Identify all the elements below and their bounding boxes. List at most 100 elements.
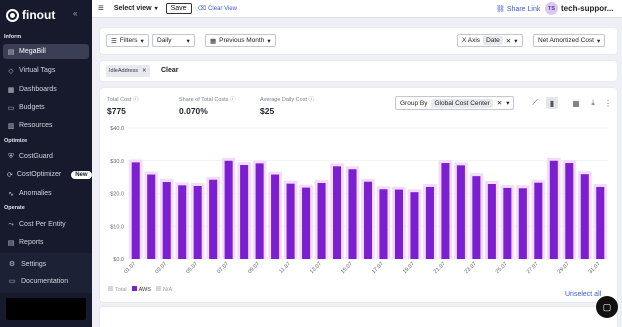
bar[interactable] bbox=[178, 185, 187, 259]
bar[interactable] bbox=[333, 166, 342, 259]
granularity-dropdown[interactable]: Daily ▾ bbox=[152, 34, 195, 47]
new-badge: New bbox=[71, 170, 92, 179]
granularity-label: Daily bbox=[157, 37, 172, 44]
sidebar-item-virtual-tags[interactable]: ◇ Virtual Tags bbox=[3, 63, 89, 78]
sidebar-item-resources[interactable]: ▥ Resources bbox=[3, 118, 89, 133]
bar[interactable] bbox=[131, 162, 140, 259]
clear-view-icon: ⌫ bbox=[197, 6, 207, 12]
bar[interactable] bbox=[410, 192, 419, 259]
account-switcher[interactable] bbox=[6, 298, 86, 320]
bar[interactable] bbox=[348, 169, 357, 259]
collapse-sidebar-icon[interactable]: « bbox=[73, 9, 77, 18]
bar[interactable] bbox=[317, 183, 326, 259]
bar[interactable] bbox=[147, 174, 156, 259]
sidebar-item-cost-per-entity[interactable]: ⤳ Cost Per Entity bbox=[3, 217, 89, 232]
settings-label: Settings bbox=[21, 260, 47, 268]
menu-icon[interactable]: ≡ bbox=[98, 3, 104, 14]
x-tick-label: 29.07 bbox=[557, 261, 571, 275]
filters-label: Filters bbox=[119, 37, 138, 44]
sidebar-item-budgets[interactable]: ▭ Budgets bbox=[3, 100, 89, 115]
table-view-icon[interactable]: ▦ bbox=[570, 97, 582, 109]
bar[interactable] bbox=[565, 163, 574, 259]
chat-icon: ▢ bbox=[602, 301, 612, 312]
bar[interactable] bbox=[363, 181, 373, 259]
bar[interactable] bbox=[286, 183, 295, 259]
bar[interactable] bbox=[255, 163, 264, 259]
bar[interactable] bbox=[193, 185, 202, 259]
more-options-icon[interactable]: ⋮ bbox=[602, 97, 614, 109]
avatar[interactable]: TS bbox=[545, 2, 558, 15]
sidebar-item-reports[interactable]: ▤ Reports bbox=[3, 235, 89, 250]
bar[interactable] bbox=[503, 187, 512, 259]
brand-name: finout bbox=[22, 8, 56, 22]
chat-support-button[interactable]: ▢ bbox=[596, 296, 618, 318]
clear-filters-button[interactable]: Clear bbox=[161, 67, 179, 74]
y-tick-label: $0.0 bbox=[113, 257, 124, 263]
bar[interactable] bbox=[224, 160, 233, 259]
secondary-card bbox=[100, 307, 617, 327]
sidebar-item-dashboards[interactable]: ▦ Dashboards bbox=[3, 82, 89, 97]
settings-link[interactable]: ⚙ Settings bbox=[8, 260, 47, 269]
filter-icon: ☰ bbox=[111, 37, 117, 45]
bar[interactable] bbox=[379, 189, 388, 259]
x-axis-selector[interactable]: X Axis Date ✕ ▾ bbox=[457, 34, 523, 47]
filter-tag-idleaddress[interactable]: IdleAddress ✕ bbox=[106, 65, 150, 77]
clear-view-button[interactable]: ⌫ Clear View bbox=[197, 5, 237, 13]
unselect-all-link[interactable]: Unselect all bbox=[565, 291, 601, 298]
sidebar-item-anomalies[interactable]: ∿ Anomalies bbox=[3, 186, 89, 201]
close-icon[interactable]: ✕ bbox=[497, 99, 502, 107]
group-by-selector[interactable]: Group By Global Cost Center ✕ ▾ bbox=[395, 96, 515, 110]
y-tick-label: $20.0 bbox=[110, 192, 124, 198]
top-bar: ≡ Select view ▾ Save ⌫ Clear View ⛓ Share… bbox=[92, 0, 622, 18]
line-chart-icon[interactable]: ⟋ bbox=[529, 97, 541, 109]
sidebar-item-label: Dashboards bbox=[19, 86, 57, 93]
brand-logo[interactable]: finout bbox=[6, 8, 55, 22]
bar[interactable] bbox=[596, 186, 605, 259]
legend-item-aws[interactable]: AWS bbox=[131, 286, 151, 293]
sidebar-item-label: Resources bbox=[19, 122, 53, 129]
bar[interactable] bbox=[162, 182, 171, 259]
save-button[interactable]: Save bbox=[165, 3, 192, 14]
legend-item-total[interactable]: Total bbox=[108, 286, 127, 293]
sidebar-item-megabill[interactable]: ▤ MegaBill bbox=[3, 44, 89, 59]
filters-button[interactable]: ☰ Filters ▾ bbox=[106, 34, 149, 47]
bar[interactable] bbox=[518, 188, 527, 259]
share-link-button[interactable]: ⛓ Share Link bbox=[496, 5, 540, 14]
bar[interactable] bbox=[240, 165, 249, 259]
bar[interactable] bbox=[425, 186, 434, 259]
download-icon[interactable]: ⤓ bbox=[587, 97, 599, 109]
bar[interactable] bbox=[534, 182, 543, 259]
tag-icon: ◇ bbox=[8, 67, 14, 75]
bar[interactable] bbox=[271, 174, 280, 259]
close-icon[interactable]: ✕ bbox=[506, 37, 511, 45]
bar-chart-icon[interactable]: ▮ bbox=[546, 97, 558, 109]
close-icon[interactable]: ✕ bbox=[142, 68, 147, 74]
x-tick-label: 11.07 bbox=[278, 261, 292, 275]
bar[interactable] bbox=[580, 174, 589, 259]
cost-type-label: Net Amortized Cost bbox=[538, 37, 594, 44]
kpi-label: Total Cost bbox=[107, 97, 132, 103]
bar[interactable] bbox=[394, 189, 403, 259]
sidebar-item-costoptimizer[interactable]: ⟳ CostOptimizer New bbox=[3, 167, 92, 182]
bar[interactable] bbox=[472, 176, 481, 259]
bar[interactable] bbox=[456, 165, 465, 259]
x-tick-label: 27.07 bbox=[526, 261, 540, 275]
x-tick-label: 19.07 bbox=[402, 261, 416, 275]
date-range-dropdown[interactable]: ▦ Previous Month ▾ bbox=[205, 34, 276, 47]
calendar-icon: ▦ bbox=[210, 37, 217, 45]
bar[interactable] bbox=[209, 179, 218, 259]
budget-icon: ▭ bbox=[7, 104, 15, 112]
select-view-dropdown[interactable]: Select view ▾ bbox=[114, 5, 158, 12]
sidebar-item-label: Anomalies bbox=[19, 190, 52, 197]
bar[interactable] bbox=[302, 187, 311, 259]
bar[interactable] bbox=[441, 163, 450, 259]
cost-type-dropdown[interactable]: Net Amortized Cost ▾ bbox=[533, 34, 606, 47]
documentation-link[interactable]: ▭ Documentation bbox=[8, 277, 68, 286]
chart-card: Total Cost ⓘ $775 Share of Total Costs ⓘ… bbox=[100, 88, 617, 302]
legend-item-na[interactable]: N/A bbox=[155, 286, 172, 293]
sidebar-item-costguard[interactable]: ⛨ CostGuard bbox=[3, 149, 89, 164]
account-name[interactable]: tech-suppor... bbox=[561, 4, 613, 13]
select-view-label: Select view bbox=[113, 5, 152, 12]
bar[interactable] bbox=[487, 184, 496, 259]
bar[interactable] bbox=[549, 160, 558, 259]
